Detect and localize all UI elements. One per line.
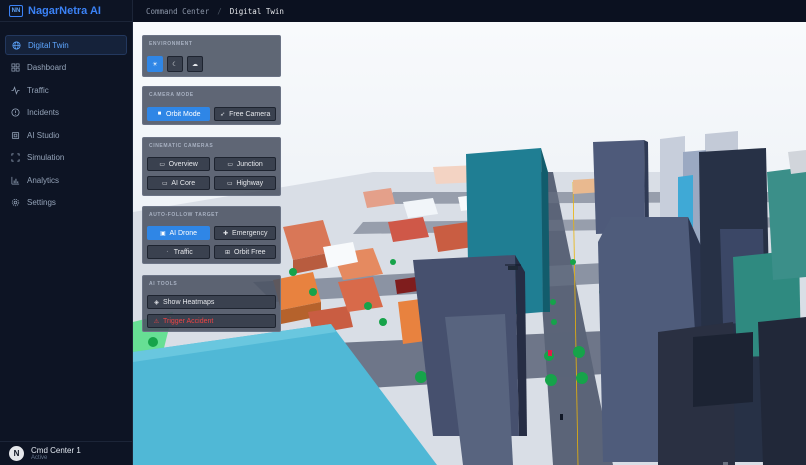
ambulance-icon: ✚ [223, 230, 229, 237]
trigger-accident-button[interactable]: ⚠ Trigger Accident [147, 314, 276, 328]
auto-follow-panel: AUTO-FOLLOW TARGET ▣ AI Drone ✚ Emergency … [142, 206, 281, 264]
video-icon: ▭ [162, 180, 168, 187]
sidebar-item-label: Settings [27, 198, 56, 207]
sidebar-item-label: Dashboard [27, 63, 67, 72]
button-label: Highway [236, 179, 264, 187]
environment-panel: ENVIRONMENT ☀ ☾ ☁ [142, 35, 281, 77]
panel-title: CAMERA MODE [149, 92, 194, 98]
sidebar-item-digital-twin[interactable]: Digital Twin [5, 35, 127, 55]
layers-icon: ◈ [154, 299, 159, 306]
globe-icon [12, 40, 21, 50]
activity-icon [11, 85, 20, 95]
camera-icon: ■ [157, 111, 162, 117]
user-footer[interactable]: N Cmd Center 1 Active [0, 441, 133, 465]
button-label: Free Camera [229, 110, 271, 118]
follow-emergency-button[interactable]: ✚ Emergency [213, 226, 276, 240]
video-icon: ▭ [227, 161, 234, 168]
video-icon: ▭ [159, 161, 165, 168]
grid-icon [11, 63, 20, 72]
sidebar-item-incidents[interactable]: Incidents [5, 103, 127, 123]
orbit-free-button[interactable]: ⊞ Orbit Free [213, 245, 276, 259]
follow-traffic-button[interactable]: · Traffic [147, 245, 210, 259]
sidebar-item-label: Incidents [27, 108, 60, 117]
follow-ai-drone-button[interactable]: ▣ AI Drone [147, 226, 210, 240]
cinematic-cameras-panel: CINEMATIC CAMERAS ▭ Overview ▭ Junction ▭ A… [142, 137, 281, 196]
panel-title: AI TOOLS [149, 281, 178, 287]
app-title: NagarNetra AI [28, 4, 101, 17]
avatar: N [9, 446, 24, 461]
junction-camera-button[interactable]: ▭ Junction [213, 157, 276, 171]
button-label: Overview [168, 160, 198, 168]
button-label: Orbit Free [233, 248, 266, 256]
overview-camera-button[interactable]: ▭ Overview [147, 157, 210, 171]
sidebar-item-simulation[interactable]: Simulation [5, 148, 127, 168]
sidebar: NN NagarNetra AI Digital Twin Dashboard … [0, 0, 133, 465]
brand-logo-icon: NN [9, 4, 23, 17]
sidebar-item-label: Analytics [27, 175, 60, 185]
rocket-icon: ➶ [220, 111, 226, 118]
button-label: Junction [236, 160, 263, 168]
sidebar-item-ai-studio[interactable]: AI Studio [5, 125, 127, 145]
panel-title: ENVIRONMENT [149, 41, 193, 47]
bar-chart-icon [11, 176, 20, 185]
button-label: AI Drone [169, 229, 198, 237]
alert-circle-icon [11, 108, 20, 117]
ai-tools-panel: AI TOOLS ◈ Show Heatmaps ⚠ Trigger Acciden… [142, 275, 281, 332]
sun-icon: ☀ [152, 61, 158, 68]
button-label: Orbit Mode [165, 110, 201, 118]
moon-icon: ☾ [172, 61, 178, 68]
sidebar-nav: Digital Twin Dashboard Traffic Incidents… [0, 22, 132, 213]
moon-button[interactable]: ☾ [167, 56, 183, 72]
page-title: Digital Twin [229, 6, 284, 16]
rain-button[interactable]: ☁ [187, 56, 203, 72]
user-name: Cmd Center 1 [31, 445, 81, 455]
orbit-icon: ⊞ [224, 249, 230, 256]
breadcrumb: Command Center / Digital Twin [133, 0, 806, 22]
scan-icon [11, 153, 20, 162]
panel-title: CINEMATIC CAMERAS [149, 143, 214, 149]
free-camera-button[interactable]: ➶ Free Camera [213, 107, 276, 121]
button-label: Show Heatmaps [163, 298, 215, 306]
drone-icon: ▣ [160, 230, 166, 237]
sidebar-item-label: Simulation [27, 153, 65, 162]
traffic-icon: · [166, 249, 169, 255]
button-label: Traffic [173, 248, 193, 256]
sun-button[interactable]: ☀ [147, 56, 163, 72]
brand[interactable]: NN NagarNetra AI [0, 0, 132, 22]
button-label: Emergency [232, 229, 268, 237]
gear-icon [11, 198, 20, 207]
highway-camera-button[interactable]: ▭ Highway [213, 176, 276, 190]
sidebar-item-traffic[interactable]: Traffic [5, 80, 127, 100]
button-label: Trigger Accident [163, 317, 214, 325]
cpu-icon [11, 131, 20, 140]
warning-icon: ⚠ [153, 318, 160, 325]
button-label: AI Core [171, 179, 196, 187]
sidebar-item-dashboard[interactable]: Dashboard [5, 58, 127, 78]
panel-title: AUTO-FOLLOW TARGET [149, 212, 219, 218]
sidebar-item-label: Digital Twin [28, 40, 69, 50]
breadcrumb-parent[interactable]: Command Center [146, 7, 209, 16]
sidebar-item-label: AI Studio [27, 130, 60, 140]
show-heatmaps-button[interactable]: ◈ Show Heatmaps [147, 295, 276, 309]
camera-mode-panel: CAMERA MODE ■ Orbit Mode ➶ Free Camera [142, 86, 281, 125]
video-icon: ▭ [226, 180, 233, 187]
breadcrumb-separator: / [217, 6, 222, 16]
sidebar-item-label: Traffic [27, 85, 49, 95]
cloud-rain-icon: ☁ [192, 61, 198, 68]
ai-core-camera-button[interactable]: ▭ AI Core [147, 176, 210, 190]
sidebar-item-analytics[interactable]: Analytics [5, 170, 127, 190]
user-status: Active [31, 454, 48, 461]
orbit-mode-button[interactable]: ■ Orbit Mode [147, 107, 210, 121]
sidebar-item-settings[interactable]: Settings [5, 193, 127, 213]
